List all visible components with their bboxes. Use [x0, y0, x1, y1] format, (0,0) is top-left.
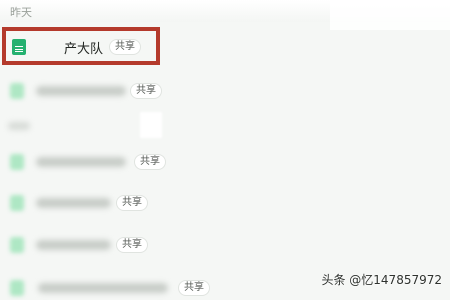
file-item[interactable]: 共享 [0, 188, 170, 218]
file-name-blurred [36, 240, 111, 250]
shared-badge: 共享 [116, 237, 148, 253]
shared-badge: 共享 [130, 83, 162, 99]
sheet-icon [10, 83, 24, 99]
top-right-fade [330, 0, 450, 30]
sheet-icon [10, 154, 24, 170]
highlight-box [2, 27, 160, 65]
section-header-yesterday: 昨天 [10, 6, 32, 19]
file-name-blurred [36, 198, 111, 208]
shared-badge: 共享 [116, 195, 148, 211]
sheet-icon [10, 280, 24, 296]
blurred-text [8, 122, 30, 130]
file-item[interactable]: 共享 [0, 76, 170, 106]
blurred-block [140, 112, 162, 138]
sheet-icon [10, 195, 24, 211]
file-name-blurred [36, 86, 126, 96]
watermark: 头条 @忆147857972 [321, 273, 442, 287]
sheet-icon [10, 237, 24, 253]
file-list-page: 昨天 产大队 共享 共享 共享 共享 共享 共享 头条 @忆147857972 [0, 0, 450, 300]
shared-badge: 共享 [178, 280, 210, 296]
shared-badge: 共享 [134, 154, 166, 170]
file-item[interactable]: 共享 [0, 273, 220, 300]
file-name-blurred [38, 283, 168, 293]
file-name-blurred [36, 157, 126, 167]
file-item[interactable]: 共享 [0, 147, 170, 177]
file-item[interactable]: 共享 [0, 230, 170, 260]
